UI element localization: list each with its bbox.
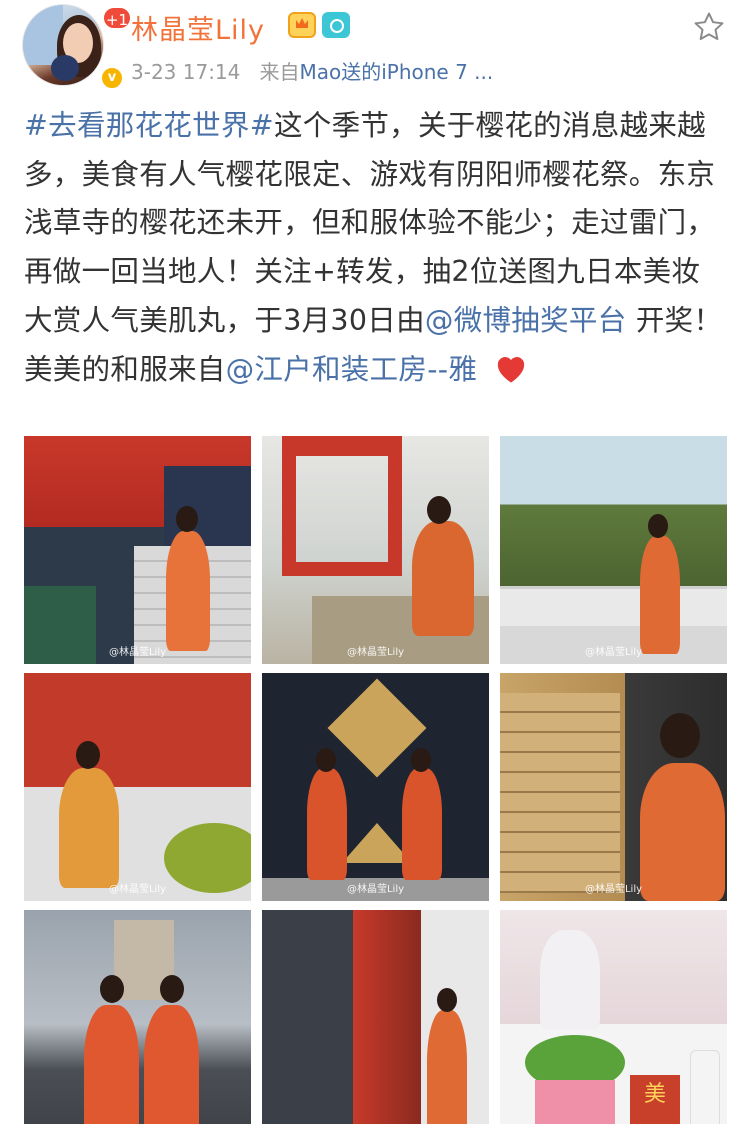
photo-4[interactable]: @林晶莹Lily bbox=[24, 673, 251, 901]
post-header: +1 v 林晶莹Lily 3-23 17:14 来自Mao送的iPhone 7 … bbox=[0, 0, 750, 100]
photo-watermark: @林晶莹Lily bbox=[108, 884, 167, 895]
post-body-1: 这个季节，关于樱花的消息越来越多，美食有人气樱花限定、游戏有阴阳师樱花祭。东京浅… bbox=[24, 109, 716, 337]
mention-kimono-shop[interactable]: @江户和装工房--雅 bbox=[226, 353, 478, 386]
mention-lottery[interactable]: @微博抽奖平台 bbox=[425, 304, 627, 337]
photo-watermark: @林晶莹Lily bbox=[584, 647, 643, 658]
timestamp: 3-23 17:14 bbox=[131, 60, 241, 84]
photo-6[interactable]: @林晶莹Lily bbox=[500, 673, 727, 901]
photo-watermark: @林晶莹Lily bbox=[584, 884, 643, 895]
photo-watermark: @林晶莹Lily bbox=[346, 884, 405, 895]
photo-5[interactable]: @林晶莹Lily bbox=[262, 673, 489, 901]
source-link[interactable]: Mao送的iPhone 7 ... bbox=[299, 60, 493, 84]
photo-watermark: @林晶莹Lily bbox=[108, 647, 167, 658]
photo-8[interactable] bbox=[262, 910, 489, 1124]
photo-1[interactable]: @林晶莹Lily bbox=[24, 436, 251, 664]
camera-icon[interactable] bbox=[322, 12, 350, 38]
photo-9[interactable]: 美 bbox=[500, 910, 727, 1124]
star-icon[interactable] bbox=[692, 10, 726, 44]
verified-badge-icon: v bbox=[100, 66, 124, 90]
photo-2[interactable]: @林晶莹Lily bbox=[262, 436, 489, 664]
post-meta: 3-23 17:14 来自Mao送的iPhone 7 ... bbox=[131, 56, 493, 85]
photo-7[interactable] bbox=[24, 910, 251, 1124]
heart-icon bbox=[497, 356, 524, 383]
crown-icon[interactable] bbox=[288, 12, 316, 38]
username[interactable]: 林晶莹Lily bbox=[131, 8, 265, 47]
product-box: 美 bbox=[630, 1075, 680, 1124]
source-prefix: 来自 bbox=[259, 60, 300, 84]
photo-3[interactable]: @林晶莹Lily bbox=[500, 436, 727, 664]
notification-badge: +1 bbox=[102, 6, 132, 30]
photo-grid: @林晶莹Lily @林晶莹Lily @林晶莹Lily @林晶莹Lily @林晶莹… bbox=[24, 436, 727, 1124]
avatar[interactable]: +1 v bbox=[22, 4, 132, 90]
post-text: #去看那花花世界#这个季节，关于樱花的消息越来越多，美食有人气樱花限定、游戏有阴… bbox=[24, 102, 728, 394]
topic-link[interactable]: #去看那花花世界# bbox=[24, 109, 274, 142]
photo-watermark: @林晶莹Lily bbox=[346, 647, 405, 658]
